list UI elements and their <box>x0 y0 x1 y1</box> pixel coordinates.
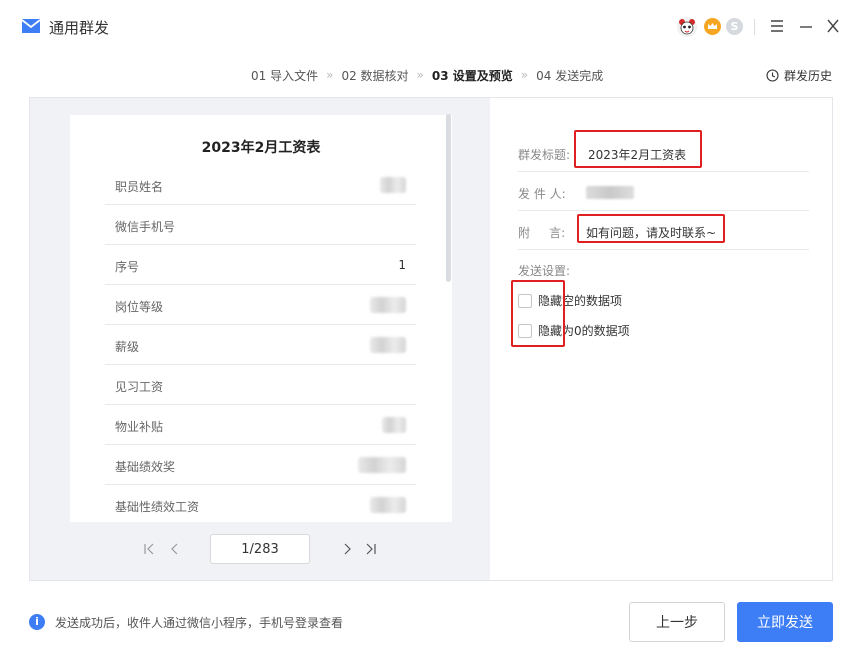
sender-field: 发 件 人: <box>518 172 809 211</box>
list-item: 微信手机号 <box>105 205 416 245</box>
step-separator: » <box>416 68 424 82</box>
highlight-box <box>574 130 702 168</box>
send-now-button[interactable]: 立即发送 <box>737 602 833 642</box>
highlight-box <box>577 214 725 243</box>
subject-label: 群发标题: <box>518 148 571 162</box>
step-2: 02 数据核对 <box>341 68 409 83</box>
preview-title: 2023年2月工资表 <box>201 140 321 156</box>
step-separator: » <box>326 68 334 82</box>
main-panel: 2023年2月工资表 职员姓名 微信手机号 序号 1 岗位等级 薪级 见习工资 … <box>29 97 833 581</box>
prev-step-button[interactable]: 上一步 <box>629 602 725 642</box>
redacted-value <box>382 417 406 433</box>
list-item: 岗位等级 <box>105 285 416 325</box>
prev-page-icon[interactable] <box>169 542 181 556</box>
list-item: 序号 1 <box>105 245 416 285</box>
app-title: 通用群发 <box>49 19 110 37</box>
minimize-icon[interactable] <box>798 16 814 36</box>
history-button[interactable]: 群发历史 <box>766 66 832 84</box>
preview-card: 2023年2月工资表 职员姓名 微信手机号 序号 1 岗位等级 薪级 见习工资 … <box>70 115 452 522</box>
preview-scrollbar[interactable] <box>446 114 451 282</box>
settings-panel: 群发标题: 2023年2月工资表 发 件 人: 附 言: 如有问题，请及时联系~… <box>490 98 832 580</box>
row-label: 见习工资 <box>115 380 164 394</box>
row-label: 物业补贴 <box>115 420 164 434</box>
redacted-value <box>370 297 406 313</box>
list-item: 薪级 <box>105 325 416 365</box>
first-page-icon[interactable] <box>143 542 157 556</box>
row-label: 岗位等级 <box>115 300 164 314</box>
preview-rows: 职员姓名 微信手机号 序号 1 岗位等级 薪级 见习工资 物业补贴 基础绩效奖 … <box>105 165 416 522</box>
sender-label: 发 件 人: <box>518 187 566 201</box>
panda-avatar-icon[interactable] <box>677 17 697 37</box>
footer-info-text: 发送成功后，收件人通过微信小程序，手机号登录查看 <box>55 615 344 630</box>
list-item: 基础性绩效工资 <box>105 485 416 522</box>
list-item: 基础绩效奖 <box>105 445 416 485</box>
next-page-icon[interactable] <box>341 542 353 556</box>
step-1: 01 导入文件 <box>251 68 319 83</box>
row-label: 序号 <box>115 260 140 274</box>
row-label: 职员姓名 <box>115 180 164 194</box>
preview-panel: 2023年2月工资表 职员姓名 微信手机号 序号 1 岗位等级 薪级 见习工资 … <box>30 98 490 580</box>
envelope-icon <box>21 19 41 33</box>
redacted-value <box>586 186 634 199</box>
row-label: 基础绩效奖 <box>115 460 176 474</box>
clock-icon <box>766 68 779 82</box>
titlebar-divider <box>754 19 755 35</box>
row-value: 1 <box>398 258 406 272</box>
step-3: 03 设置及预览 <box>431 68 513 83</box>
redacted-value <box>370 337 406 353</box>
list-item: 见习工资 <box>105 365 416 405</box>
coin-icon[interactable]: S <box>726 18 743 35</box>
crown-badge-icon[interactable] <box>704 18 721 35</box>
title-bar: 通用群发 S <box>0 0 862 56</box>
row-label: 基础性绩效工资 <box>115 500 200 514</box>
redacted-value <box>370 497 406 513</box>
list-item: 职员姓名 <box>105 165 416 205</box>
highlight-box <box>511 280 565 347</box>
hamburger-menu-icon[interactable] <box>769 16 785 36</box>
step-indicator: 01 导入文件 » 02 数据核对 » 03 设置及预览 » 04 发送完成 <box>251 66 603 84</box>
row-label: 薪级 <box>115 340 140 354</box>
last-page-icon[interactable] <box>363 542 377 556</box>
row-label: 微信手机号 <box>115 220 176 234</box>
page-input[interactable] <box>210 534 310 564</box>
pagination <box>30 534 490 566</box>
history-label: 群发历史 <box>784 68 833 83</box>
list-item: 物业补贴 <box>105 405 416 445</box>
close-icon[interactable] <box>825 16 841 36</box>
info-icon: i <box>29 614 45 630</box>
step-4: 04 发送完成 <box>536 68 604 83</box>
footer-info: i 发送成功后，收件人通过微信小程序，手机号登录查看 <box>29 614 343 630</box>
note-label: 附 言: <box>518 226 566 240</box>
redacted-value <box>358 457 406 473</box>
step-separator: » <box>520 68 529 82</box>
redacted-value <box>380 177 406 193</box>
send-settings-label: 发送设置: <box>518 264 571 278</box>
